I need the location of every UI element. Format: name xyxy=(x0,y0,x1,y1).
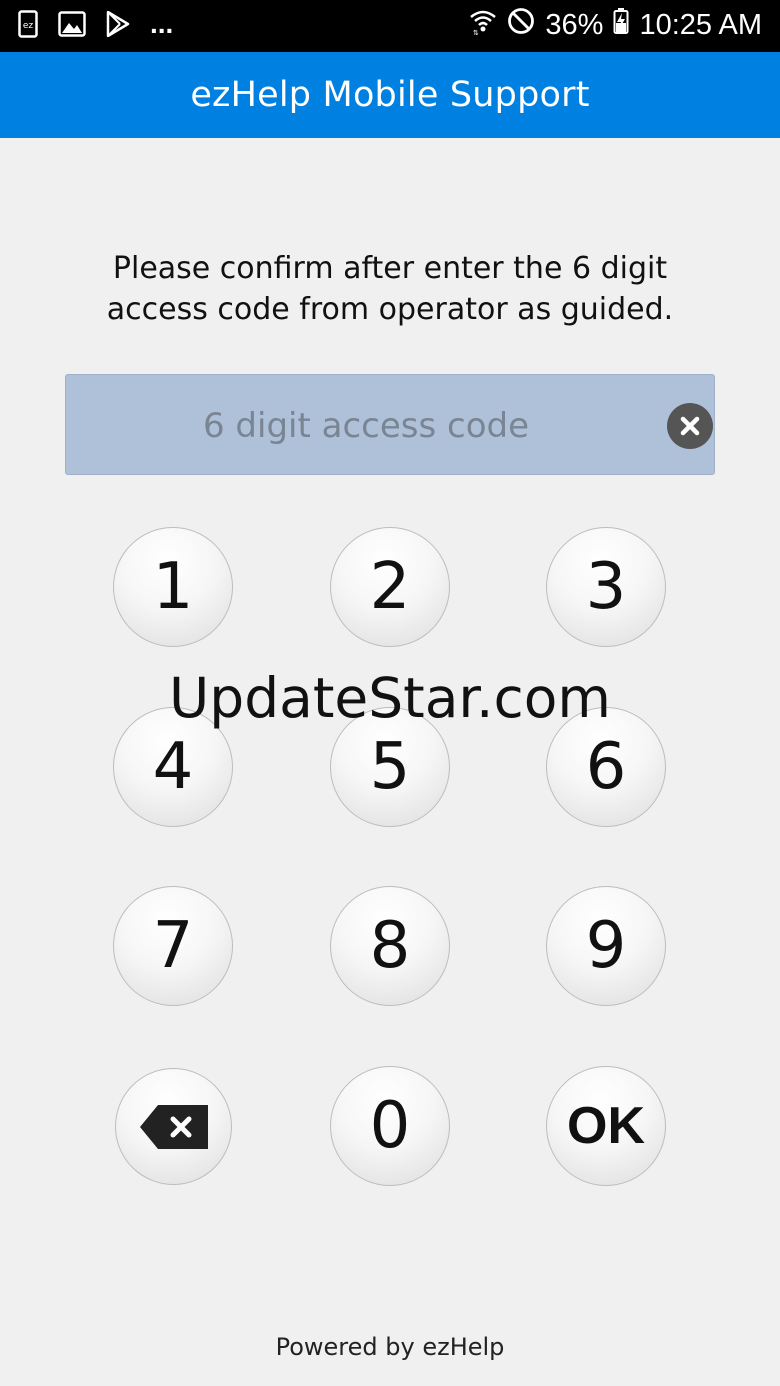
keypad-key-4[interactable]: 4 xyxy=(113,707,233,827)
svg-text:⇅: ⇅ xyxy=(473,29,479,35)
instructions-line-2: access code from operator as guided. xyxy=(106,292,674,327)
keypad-key-1[interactable]: 1 xyxy=(113,527,233,647)
access-code-input[interactable] xyxy=(66,375,668,476)
backspace-button[interactable] xyxy=(115,1068,232,1185)
keypad-key-7[interactable]: 7 xyxy=(113,886,233,1006)
battery-percent: 36% xyxy=(545,8,604,41)
keypad-key-5[interactable]: 5 xyxy=(330,707,450,827)
keypad-key-6[interactable]: 6 xyxy=(546,707,666,827)
image-icon xyxy=(58,11,86,41)
do-not-disturb-icon xyxy=(507,7,535,43)
instructions-text: Please confirm after enter the 6 digit a… xyxy=(40,248,740,330)
clear-input-button[interactable] xyxy=(667,403,713,449)
keypad-key-2[interactable]: 2 xyxy=(330,527,450,647)
status-bar: ez ... ⇅ 36% 10:25 AM xyxy=(0,0,780,52)
backspace-icon xyxy=(139,1104,208,1149)
keypad-key-9[interactable]: 9 xyxy=(546,886,666,1006)
keypad-key-8[interactable]: 8 xyxy=(330,886,450,1006)
keypad-key-3[interactable]: 3 xyxy=(546,527,666,647)
clock: 10:25 AM xyxy=(639,8,762,41)
more-notifications: ... xyxy=(150,8,174,39)
powered-by-footer: Powered by ezHelp xyxy=(275,1333,505,1361)
app-title: ezHelp Mobile Support xyxy=(190,75,590,115)
svg-text:ez: ez xyxy=(23,21,34,31)
keypad-key-0[interactable]: 0 xyxy=(330,1066,450,1186)
access-code-field xyxy=(65,374,715,476)
ok-button[interactable]: OK xyxy=(546,1066,666,1186)
app-bar: ezHelp Mobile Support xyxy=(0,52,780,138)
battery-charging-icon xyxy=(613,7,629,43)
close-icon xyxy=(680,416,700,436)
wifi-icon: ⇅ xyxy=(469,7,497,43)
play-store-icon xyxy=(106,10,130,41)
instructions-line-1: Please confirm after enter the 6 digit xyxy=(112,251,668,286)
ezhelp-notification-icon: ez xyxy=(18,10,38,42)
